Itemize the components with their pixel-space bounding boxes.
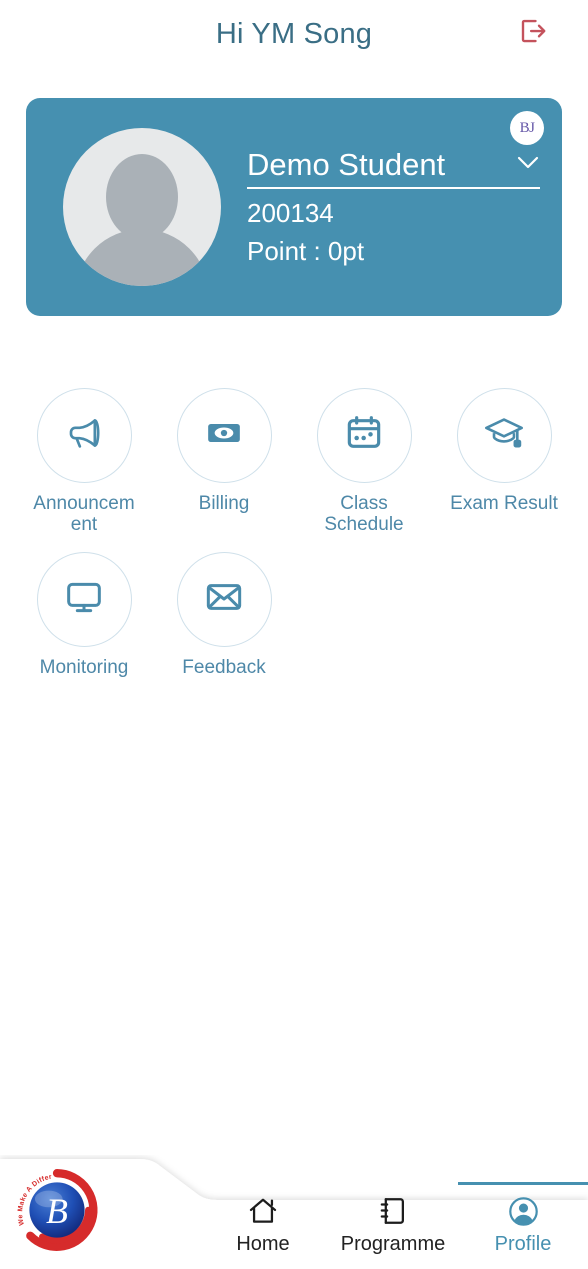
menu-item-label: Exam Result (450, 493, 558, 514)
menu-item-announcement[interactable]: Announcement (14, 388, 154, 536)
banknote-icon (204, 413, 244, 458)
nav-item-profile[interactable]: Profile (458, 1182, 588, 1264)
notebook-icon (377, 1194, 409, 1228)
nav-item-list: Home Programme Profile (198, 1182, 588, 1264)
menu-item-label: Monitoring (39, 656, 129, 678)
menu-icon-circle (176, 388, 272, 483)
menu-item-feedback[interactable]: Feedback (154, 551, 294, 678)
nav-item-label: Profile (494, 1233, 552, 1255)
person-circle-icon (507, 1194, 540, 1228)
brand-logo-icon: B We Make A Difference (9, 1159, 104, 1261)
envelope-icon (204, 577, 244, 622)
avatar-body-shape (75, 229, 209, 286)
status-badge[interactable]: BJ (510, 111, 544, 145)
menu-item-label: Feedback (182, 656, 266, 678)
student-point: Point : 0pt (247, 236, 365, 266)
avatar-head-shape (106, 154, 178, 240)
menu-icon-circle (456, 388, 552, 483)
student-selector[interactable]: Demo Student (247, 147, 540, 189)
logout-icon (518, 16, 548, 51)
megaphone-icon (64, 413, 104, 458)
bottom-navigation: B We Make A Difference Home (0, 1155, 588, 1264)
menu-item-label: Billing (198, 493, 250, 514)
menu-item-label: Class Schedule (324, 493, 404, 536)
quick-menu-grid: Announcement Billing Class Schedule Exam… (0, 388, 588, 678)
menu-icon-circle (316, 388, 412, 483)
menu-item-exam-result[interactable]: Exam Result (434, 388, 574, 536)
menu-icon-circle (36, 388, 132, 483)
monitor-icon (64, 577, 104, 622)
page-title: Hi YM Song (215, 17, 373, 50)
menu-item-label: Announcement (33, 493, 135, 536)
menu-item-class-schedule[interactable]: Class Schedule (294, 388, 434, 536)
calendar-icon (344, 413, 384, 458)
student-name: Demo Student (247, 147, 446, 182)
menu-item-billing[interactable]: Billing (154, 388, 294, 536)
profile-card: BJ Demo Student 200134 Point : 0pt (26, 98, 562, 316)
home-icon (247, 1194, 279, 1228)
logout-button[interactable] (514, 14, 552, 52)
svg-text:B: B (46, 1190, 68, 1230)
profile-card-wrapper: BJ Demo Student 200134 Point : 0pt (0, 98, 588, 316)
nav-item-label: Programme (340, 1233, 446, 1255)
avatar (63, 128, 221, 286)
nav-item-home[interactable]: Home (198, 1182, 328, 1264)
nav-item-programme[interactable]: Programme (328, 1182, 458, 1264)
student-id: 200134 (247, 198, 334, 228)
profile-info: Demo Student 200134 Point : 0pt (247, 147, 562, 267)
brand-logo: B We Make A Difference (8, 1159, 106, 1261)
graduation-cap-icon (483, 412, 525, 459)
menu-icon-circle (176, 551, 272, 647)
menu-item-monitoring[interactable]: Monitoring (14, 551, 154, 678)
chevron-down-icon (516, 155, 540, 175)
nav-item-label: Home (236, 1233, 290, 1255)
menu-icon-circle (36, 551, 132, 647)
app-header: Hi YM Song (0, 0, 588, 64)
